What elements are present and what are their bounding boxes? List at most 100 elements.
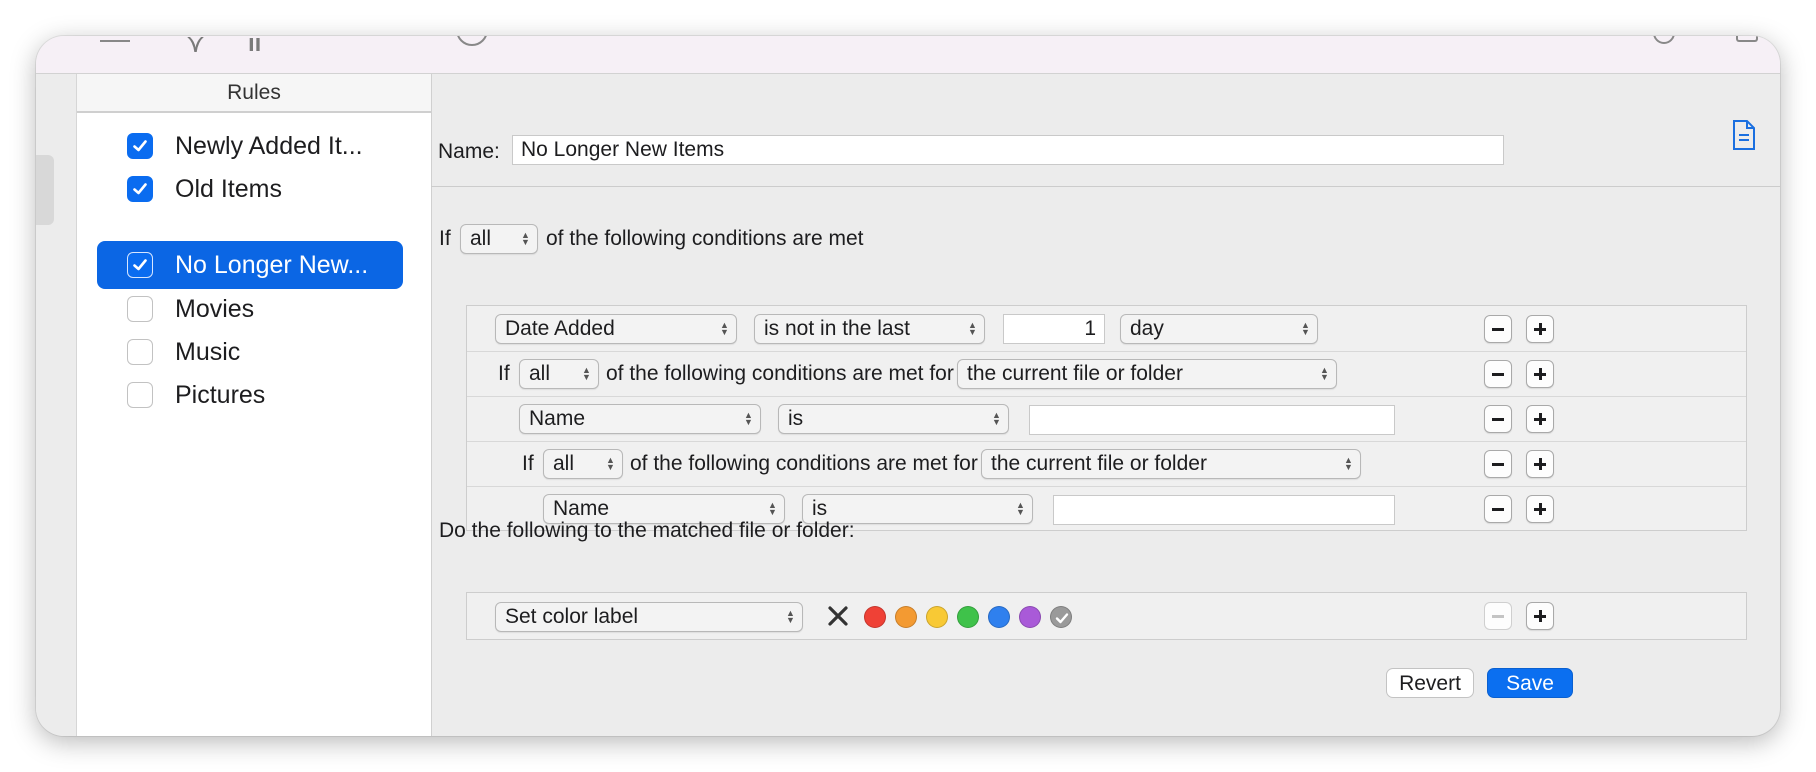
save-button[interactable]: Save bbox=[1487, 668, 1573, 698]
revert-button[interactable]: Revert bbox=[1386, 668, 1474, 698]
add-action-button[interactable] bbox=[1526, 602, 1554, 630]
chevron-updown-icon: ▲ ▼ bbox=[1016, 500, 1025, 517]
operator-popup[interactable]: is ▲ ▼ bbox=[778, 404, 1009, 434]
color-swatch-gray[interactable] bbox=[1050, 606, 1072, 628]
rule-item-movies[interactable]: Movies bbox=[97, 285, 403, 333]
action-heading: Do the following to the matched file or … bbox=[439, 519, 855, 542]
attribute-popup[interactable]: Date Added ▲ ▼ bbox=[495, 314, 737, 344]
condition-row: Name ▲ ▼ is ▲ ▼ bbox=[467, 396, 1746, 442]
target-popup[interactable]: the current file or folder ▲ ▼ bbox=[981, 449, 1361, 479]
conditions-list: Date Added ▲▼ is not in the last ▲▼ day … bbox=[466, 305, 1747, 531]
toolbar: ⋎ ıı bbox=[36, 36, 1780, 74]
name-value-field[interactable] bbox=[1053, 495, 1395, 525]
document-icon[interactable] bbox=[1731, 119, 1757, 151]
rules-header: Rules bbox=[77, 74, 431, 113]
chevron-updown-icon: ▲ ▼ bbox=[521, 230, 530, 247]
info-icon[interactable] bbox=[456, 36, 488, 46]
match-value: all bbox=[470, 227, 492, 250]
nested-condition-row: If all ▲ ▼ of the following conditions ar… bbox=[467, 351, 1746, 397]
match-popup[interactable]: all ▲ ▼ bbox=[543, 449, 623, 479]
unit-popup[interactable]: day ▲ ▼ bbox=[1120, 314, 1318, 344]
checkmark-icon bbox=[133, 140, 147, 152]
remove-condition-button[interactable] bbox=[1484, 495, 1512, 523]
color-swatch-yellow[interactable] bbox=[926, 606, 948, 628]
action-popup[interactable]: Set color label ▲ ▼ bbox=[495, 602, 803, 632]
no-label-icon[interactable] bbox=[825, 603, 851, 629]
rule-item-newly-added[interactable]: Newly Added It... bbox=[97, 122, 403, 170]
conditions-text: of the following conditions are met for bbox=[606, 362, 954, 385]
unit-value: day bbox=[1130, 317, 1164, 340]
operator-value: is not in the last bbox=[764, 317, 910, 340]
attribute-value: Date Added bbox=[505, 317, 615, 340]
chevron-updown-icon: ▲ ▼ bbox=[606, 455, 615, 472]
rule-checkbox[interactable] bbox=[127, 382, 153, 408]
chevron-updown-icon: ▲ ▼ bbox=[1320, 365, 1329, 382]
add-condition-button[interactable] bbox=[1526, 360, 1554, 388]
attribute-value: Name bbox=[529, 407, 586, 430]
rule-item-music[interactable]: Music bbox=[97, 328, 403, 376]
days-value-field[interactable] bbox=[1003, 314, 1105, 344]
color-swatch-red[interactable] bbox=[864, 606, 886, 628]
color-swatch-orange[interactable] bbox=[895, 606, 917, 628]
remove-action-button[interactable] bbox=[1484, 602, 1512, 630]
name-value-field[interactable] bbox=[1029, 405, 1395, 435]
conditions-text: of the following conditions are met bbox=[546, 227, 864, 250]
rule-label: Movies bbox=[175, 294, 255, 323]
operator-value: is bbox=[788, 407, 804, 430]
chevron-updown-icon: ▲ ▼ bbox=[582, 365, 591, 382]
rule-label: Newly Added It... bbox=[175, 131, 363, 160]
operator-popup[interactable]: is not in the last ▲ ▼ bbox=[754, 314, 985, 344]
if-label: If bbox=[498, 362, 510, 385]
match-value: all bbox=[553, 452, 575, 475]
conditions-text: of the following conditions are met for bbox=[630, 452, 978, 475]
color-swatch-blue[interactable] bbox=[988, 606, 1010, 628]
rule-checkbox[interactable] bbox=[127, 176, 153, 202]
add-condition-button[interactable] bbox=[1526, 495, 1554, 523]
remove-condition-button[interactable] bbox=[1484, 450, 1512, 478]
rule-item-old-items[interactable]: Old Items bbox=[97, 165, 403, 213]
chevron-updown-icon: ▲ ▼ bbox=[720, 320, 729, 337]
add-condition-button[interactable] bbox=[1526, 405, 1554, 433]
share-icon[interactable] bbox=[1736, 36, 1758, 42]
chevron-updown-icon: ▲ ▼ bbox=[1301, 320, 1310, 337]
rule-checkbox[interactable] bbox=[127, 339, 153, 365]
match-popup[interactable]: all ▲ ▼ bbox=[519, 359, 599, 389]
rule-editor: Name: If all ▲▼ of the following conditi… bbox=[431, 74, 1780, 736]
target-popup[interactable]: the current file or folder ▲ ▼ bbox=[957, 359, 1337, 389]
rule-checkbox[interactable] bbox=[127, 296, 153, 322]
color-swatch-green[interactable] bbox=[957, 606, 979, 628]
remove-condition-button[interactable] bbox=[1484, 315, 1512, 343]
nested-condition-row: If all ▲ ▼ of the following conditions ar… bbox=[467, 441, 1746, 487]
attribute-popup[interactable]: Name ▲ ▼ bbox=[519, 404, 761, 434]
condition-row: Date Added ▲▼ is not in the last ▲▼ day … bbox=[467, 306, 1746, 352]
target-value: the current file or folder bbox=[991, 452, 1207, 475]
pause-icon[interactable]: ıı bbox=[248, 36, 261, 58]
checkmark-icon bbox=[1055, 613, 1069, 624]
add-condition-button[interactable] bbox=[1526, 450, 1554, 478]
sidebar-toggle-icon[interactable] bbox=[100, 36, 130, 42]
search-icon[interactable] bbox=[1653, 36, 1675, 44]
add-condition-button[interactable] bbox=[1526, 315, 1554, 343]
chevron-updown-icon: ▲ ▼ bbox=[786, 608, 795, 625]
rule-label: Music bbox=[175, 337, 241, 366]
action-value: Set color label bbox=[505, 605, 639, 628]
folder-selection-highlight[interactable] bbox=[36, 155, 54, 225]
remove-condition-button[interactable] bbox=[1484, 405, 1512, 433]
rule-item-pictures[interactable]: Pictures bbox=[97, 371, 403, 419]
if-label: If bbox=[439, 227, 451, 250]
rule-label: Pictures bbox=[175, 380, 266, 409]
rule-name-field[interactable] bbox=[512, 135, 1504, 165]
checkmark-icon bbox=[133, 259, 147, 271]
operator-value: is bbox=[812, 497, 828, 520]
chevron-updown-icon: ▲ ▼ bbox=[768, 500, 777, 517]
color-swatch-purple[interactable] bbox=[1019, 606, 1041, 628]
remove-condition-button[interactable] bbox=[1484, 360, 1512, 388]
rule-checkbox[interactable] bbox=[127, 133, 153, 159]
chevron-updown-icon: ▲ ▼ bbox=[744, 410, 753, 427]
rule-checkbox[interactable] bbox=[127, 252, 153, 278]
rule-label: Old Items bbox=[175, 174, 282, 203]
action-row: Set color label ▲ ▼ bbox=[466, 592, 1747, 640]
rule-item-no-longer-new[interactable]: No Longer New... bbox=[97, 241, 403, 289]
match-popup[interactable]: all ▲ ▼ bbox=[460, 224, 538, 254]
filter-icon[interactable]: ⋎ bbox=[186, 36, 205, 59]
